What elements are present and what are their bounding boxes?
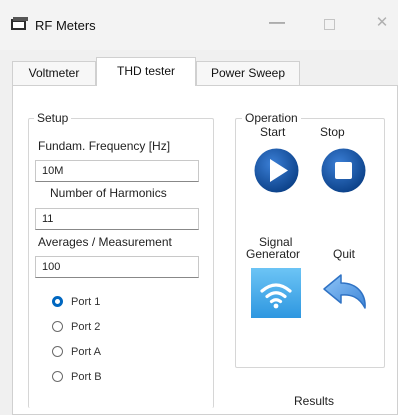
quit-button[interactable] xyxy=(321,272,371,314)
harmonics-field[interactable] xyxy=(35,208,199,230)
results-label: Results xyxy=(294,394,335,408)
radio-checked-icon xyxy=(52,296,63,307)
radio-unchecked-icon xyxy=(52,321,63,332)
averages-field[interactable] xyxy=(35,256,199,278)
harmonics-label: Number of Harmonics xyxy=(50,186,167,200)
signal-generator-button[interactable] xyxy=(250,267,302,319)
tab-power-sweep[interactable]: Power Sweep xyxy=(196,61,300,85)
port-b-label: Port B xyxy=(71,371,102,383)
frequency-label: Fundam. Frequency [Hz] xyxy=(38,139,171,153)
wifi-signal-icon xyxy=(251,268,301,318)
stop-button[interactable] xyxy=(320,147,367,194)
start-label: Start xyxy=(260,125,286,139)
close-button[interactable]: ✕ xyxy=(360,8,398,38)
start-button[interactable] xyxy=(253,147,300,194)
stop-label: Stop xyxy=(320,125,345,139)
operation-group-title: Operation xyxy=(242,111,301,125)
radio-unchecked-icon xyxy=(52,346,63,357)
quit-label: Quit xyxy=(333,247,356,261)
app-window-icon xyxy=(11,17,28,30)
averages-label: Averages / Measurement xyxy=(38,235,172,249)
title-bar: RF Meters — ✕ xyxy=(0,0,398,50)
tab-voltmeter[interactable]: Voltmeter xyxy=(12,61,96,85)
port-1-label: Port 1 xyxy=(71,296,101,308)
signal-generator-label-line2: Generator xyxy=(246,247,301,261)
port-2-label: Port 2 xyxy=(71,321,101,333)
minimize-button[interactable]: — xyxy=(255,8,299,38)
radio-unchecked-icon xyxy=(52,371,63,382)
stop-icon xyxy=(321,148,366,193)
return-arrow-icon xyxy=(323,274,366,309)
maximize-icon xyxy=(323,18,335,30)
setup-group-title: Setup xyxy=(34,111,72,125)
port-a-label: Port A xyxy=(71,346,101,358)
play-icon xyxy=(254,148,299,193)
window-title: RF Meters xyxy=(35,18,96,33)
maximize-button[interactable] xyxy=(307,8,351,38)
frequency-field[interactable] xyxy=(35,160,199,182)
tab-thd-tester[interactable]: THD tester xyxy=(96,57,196,86)
